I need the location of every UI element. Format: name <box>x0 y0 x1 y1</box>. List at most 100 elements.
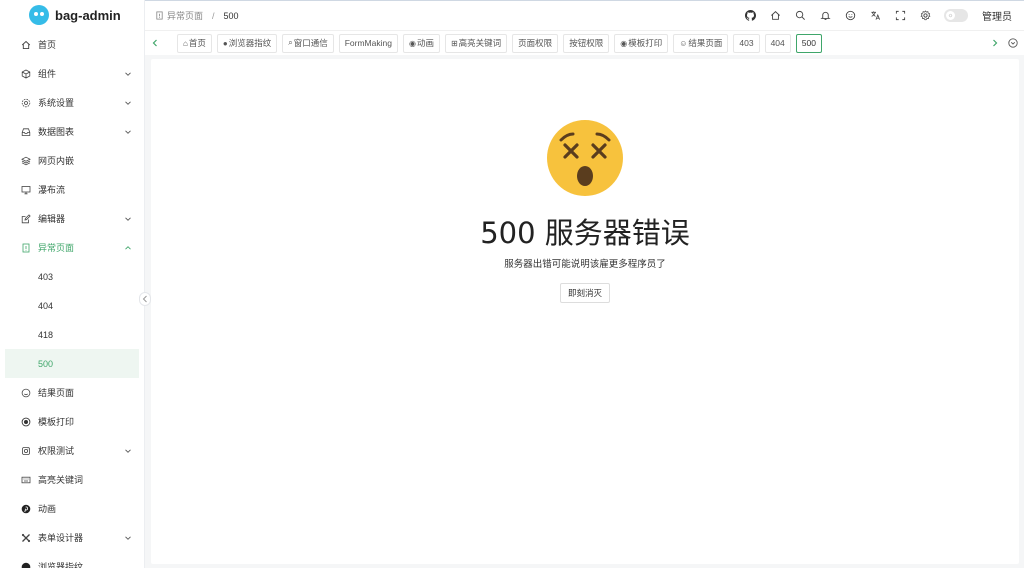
github-button[interactable] <box>738 6 763 26</box>
sidebar-item-6[interactable]: 编辑器 <box>0 204 144 233</box>
sidebar-subitem-404[interactable]: 404 <box>0 291 144 320</box>
logo[interactable]: bag-admin <box>0 0 144 30</box>
gear-icon <box>920 10 931 21</box>
tabs-scroll-right[interactable] <box>986 31 1004 56</box>
tab-1[interactable]: ● 浏览器指纹 <box>216 33 278 53</box>
tab-5[interactable]: ⊞ 高亮关键词 <box>444 33 508 53</box>
sidebar-item-17[interactable]: 表单设计器 <box>0 523 144 552</box>
sidebar-item-label: 网页内嵌 <box>38 156 75 166</box>
eliminate-now-button[interactable]: 即刻消灭 <box>560 283 610 303</box>
tab-label: 按钮权限 <box>569 38 604 48</box>
home-icon <box>771 11 780 20</box>
sidebar-menu: 首页组件系统设置数据图表网页内嵌瀑布流编辑器异常页面 403 404 418 500 结果… <box>0 30 144 568</box>
notifications-button[interactable] <box>813 6 838 26</box>
tab-6[interactable]: 页面权限 <box>512 33 559 53</box>
chevron-down-icon <box>125 100 131 105</box>
theme-toggle[interactable]: ☼ <box>944 9 968 22</box>
sidebar-item-2[interactable]: 系统设置 <box>0 88 144 117</box>
home-button[interactable] <box>763 6 788 26</box>
sidebar-item-label: 编辑器 <box>38 214 66 224</box>
chevron-left-icon <box>142 295 147 303</box>
home-icon <box>21 40 31 50</box>
tabs-scroll-left[interactable] <box>145 31 165 56</box>
tab-label: 浏览器指纹 <box>228 38 272 48</box>
sidebar-item-label: 高亮关键词 <box>38 475 84 485</box>
sidebar-item-4[interactable]: 网页内嵌 <box>0 146 144 175</box>
sidebar-item-16[interactable]: 动画 <box>0 494 144 523</box>
print-record-icon <box>21 417 31 427</box>
tabs-menu-button[interactable] <box>1004 31 1022 56</box>
user-menu[interactable]: 管理员 <box>982 8 1012 23</box>
warning-page-icon <box>21 243 31 253</box>
edit-icon <box>21 213 31 224</box>
sidebar-item-5[interactable]: 瀑布流 <box>0 175 144 204</box>
language-button[interactable] <box>863 6 888 26</box>
tabs-right-controls <box>986 31 1024 56</box>
bell-icon <box>820 11 831 20</box>
tab-9[interactable]: ☺ 结果页面 <box>673 33 729 53</box>
inbox-icon <box>21 127 31 137</box>
sidebar-item-18[interactable]: 浏览器指纹 <box>0 552 144 568</box>
breadcrumb-parent[interactable]: 异常页面 <box>155 9 203 22</box>
tab-icon: ☺ <box>679 38 688 48</box>
sidebar-collapse-button[interactable] <box>139 292 151 306</box>
lock-icon <box>21 446 31 456</box>
monitor-icon <box>21 185 31 195</box>
tabs-bar: ⌂ 首页 ● 浏览器指纹 ⌕ 窗口通信 FormMaking ◉ 动画 ⊞ 高亮关键词 页面权限 按钮权… <box>145 30 1024 55</box>
chevron-down-icon <box>125 448 131 453</box>
emoji-button[interactable] <box>838 6 863 26</box>
sidebar-item-1[interactable]: 组件 <box>0 59 144 88</box>
settings-button[interactable] <box>913 6 938 26</box>
tab-3[interactable]: FormMaking <box>338 33 398 53</box>
search-button[interactable] <box>788 6 813 26</box>
sidebar: bag-admin 首页 组件 系统设置 数据图表 网页内嵌 瀑布流 编辑器 异常页面 403 4… <box>0 0 145 568</box>
tab-2[interactable]: ⌕ 窗口通信 <box>282 33 334 53</box>
tab-label: 404 <box>770 38 785 48</box>
tab-label: 动画 <box>416 38 434 48</box>
translate-icon <box>871 11 881 20</box>
sidebar-item-15[interactable]: 高亮关键词 <box>0 465 144 494</box>
tab-11[interactable]: 404 <box>764 33 791 53</box>
sidebar-item-label: 系统设置 <box>38 98 75 108</box>
tab-4[interactable]: ◉ 动画 <box>402 33 440 53</box>
tab-label: 窗口通信 <box>293 38 328 48</box>
sidebar-item-label: 首页 <box>38 40 57 50</box>
tab-label: 首页 <box>188 38 206 48</box>
sidebar-item-13[interactable]: 模板打印 <box>0 407 144 436</box>
warning-page-icon <box>156 11 163 20</box>
sidebar-subitem-403[interactable]: 403 <box>0 262 144 291</box>
tab-0[interactable]: ⌂ 首页 <box>177 33 212 53</box>
sidebar-item-14[interactable]: 权限测试 <box>0 436 144 465</box>
sidebar-item-3[interactable]: 数据图表 <box>0 117 144 146</box>
tab-8[interactable]: ◉ 模板打印 <box>614 33 669 53</box>
tab-label: FormMaking <box>344 38 392 48</box>
sidebar-item-label: 异常页面 <box>38 243 75 253</box>
breadcrumb-current: 500 <box>223 10 239 21</box>
sidebar-item-label: 数据图表 <box>38 127 75 137</box>
sidebar-item-label: 模板打印 <box>38 417 75 427</box>
sidebar-item-label: 浏览器指纹 <box>38 562 84 568</box>
chevron-down-icon <box>125 129 131 134</box>
gear-icon <box>21 98 31 108</box>
sidebar-item-label: 瀑布流 <box>38 185 66 195</box>
cube-icon <box>21 69 31 79</box>
github-icon <box>745 10 756 21</box>
smile-icon <box>845 10 856 21</box>
sidebar-item-0[interactable]: 首页 <box>0 30 144 59</box>
sidebar-subitem-500[interactable]: 500 <box>5 349 139 378</box>
top-header: 异常页面 / 500 ☼ 管理员 <box>145 1 1024 30</box>
sidebar-subitem-418[interactable]: 418 <box>0 320 144 349</box>
octopus-logo-icon <box>29 5 49 25</box>
sidebar-item-label: 结果页面 <box>38 388 75 398</box>
fullscreen-button[interactable] <box>888 6 913 26</box>
error-title: 500 服务器错误 <box>480 216 690 250</box>
sidebar-item-7[interactable]: 异常页面 <box>0 233 144 262</box>
tab-7[interactable]: 按钮权限 <box>563 33 610 53</box>
tab-10[interactable]: 403 <box>733 33 760 53</box>
sidebar-item-label: 组件 <box>38 69 57 79</box>
tab-icon: ⊞ <box>450 38 458 48</box>
sidebar-item-12[interactable]: 结果页面 <box>0 378 144 407</box>
tab-12[interactable]: 500 <box>795 33 822 53</box>
fullscreen-icon <box>895 10 906 21</box>
fingerprint-icon <box>21 562 31 568</box>
